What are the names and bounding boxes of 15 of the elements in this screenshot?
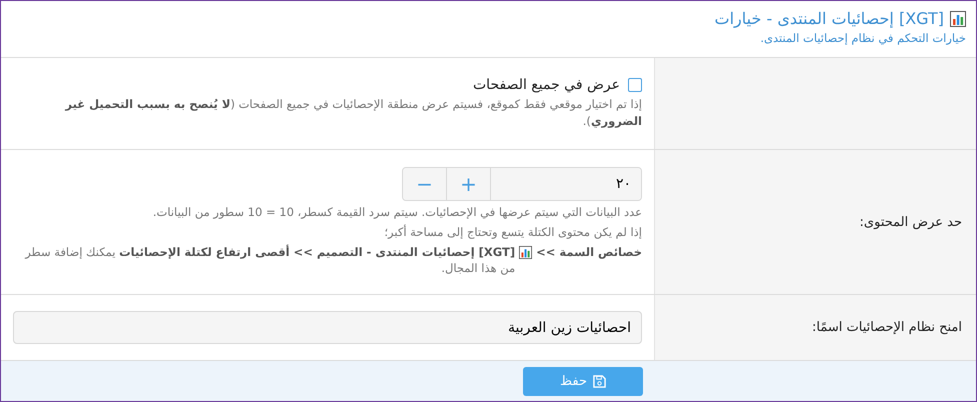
name-field[interactable]: احصائيات زين العربية — [13, 311, 642, 344]
checkbox[interactable] — [628, 78, 642, 92]
checkbox-label[interactable]: عرض في جميع الصفحات — [473, 77, 620, 94]
bar-chart-icon — [950, 10, 966, 26]
help-text: إذا لم يكن محتوى الكتلة يتسع وتحتاج إلى مساحة أكبر؛ — [383, 224, 642, 240]
help-text: عدد البيانات التي سيتم عرضها في الإحصائيات. سيتم سرد القيمة كسطر، 10 = 10 سطور من البيانات. — [152, 204, 642, 221]
bar-chart-icon — [519, 246, 532, 258]
help-text: [XGT] إحصائيات المنتدى - التصميم >> أقصى ارتفاع لكتلة الإحصائيات يمكنك إضافة سطر من هذا المجال. — [24, 244, 516, 277]
field-label: امنح نظام الإحصائيات اسمًا: — [812, 320, 962, 335]
field-label: حد عرض المحتوى: — [860, 214, 962, 230]
page-title: [XGT] إحصائيات المنتدى - خيارات — [714, 9, 944, 28]
number-spinner[interactable]: ٢٠ + − — [402, 167, 642, 202]
help-text: خصائص السمة >> — [536, 244, 642, 260]
page-subtitle: خيارات التحكم في نظام إحصائيات المنتدى. — [759, 31, 966, 45]
help-text: إذا تم اختيار موقعي فقط كموقع، فسيتم عرض منطقة الإحصائيات في جميع الصفحات (لا يُنصح به بسبب التحميل غير الضروري). — [64, 96, 642, 130]
